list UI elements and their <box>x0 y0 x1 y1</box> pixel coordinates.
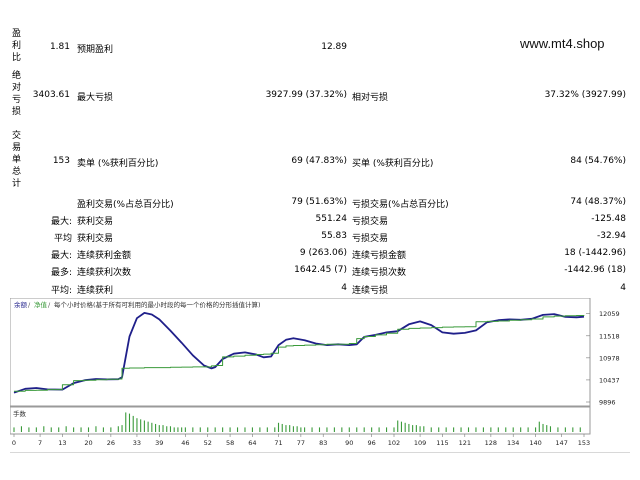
x-tick-label: 46 <box>181 439 189 447</box>
max-consecutive-losses-value: 18 (-1442.96) <box>564 248 626 258</box>
bottom-rule <box>10 452 630 453</box>
x-tick-label: 39 <box>155 439 163 447</box>
y-axis-ticks: 12059 11518 10978 10437 9896 <box>586 310 620 407</box>
main-plot-frame <box>9 297 591 407</box>
x-axis-ticks: 0 7 13 20 26 33 39 46 52 58 64 71 77 83 90 96 102 109 115 1… <box>12 434 590 447</box>
max-consecutive-wins-value: 9 (263.06) <box>299 248 347 258</box>
expected-profit-value: 12.89 <box>321 42 347 52</box>
x-tick-label: 109 <box>414 439 426 447</box>
max-consecutive-profit-value: 1642.45 (7) <box>294 265 347 275</box>
avg-consecutive-losses-label: 连续亏损 <box>352 286 389 296</box>
x-tick-label: 90 <box>345 439 353 447</box>
largest-profit-trade-value: 551.24 <box>315 214 348 224</box>
x-tick-label: 7 <box>38 439 42 447</box>
legend-description: 每个小时价格(基于所有可利用的最小时段的每一个价格的分形插值计算) <box>54 300 261 309</box>
volume-label: 手数 <box>13 409 27 418</box>
largest-loss-trade-label: 亏损交易 <box>352 217 389 227</box>
x-tick-label: 96 <box>368 439 376 447</box>
profit-trades-value: 79 (51.63%) <box>291 197 347 207</box>
total-trades-value: 153 <box>52 156 70 166</box>
x-tick-label: 0 <box>12 439 16 447</box>
x-tick-label: 20 <box>84 439 92 447</box>
y-tick-label: 10437 <box>599 376 620 384</box>
relative-drawdown-value: 37.32% (3927.99) <box>544 90 626 100</box>
x-tick-label: 33 <box>133 439 141 447</box>
legend-balance: 余额 <box>14 300 28 309</box>
x-tick-label: 115 <box>436 439 448 447</box>
max-consecutive-loss-label: 连续亏损次数 <box>352 268 407 278</box>
max-consecutive-loss-value: -1442.96 (18) <box>564 265 626 275</box>
y-tick-label: 9896 <box>599 399 616 407</box>
avg-consecutive-wins-value: 4 <box>341 283 347 293</box>
loss-trades-label: 亏损交易(%占总百分比) <box>352 200 449 210</box>
max-consecutive-wins-label: 连续获利金额 <box>77 251 132 261</box>
x-tick-label: 140 <box>529 439 541 447</box>
largest-profit-trade-label: 获利交易 <box>77 217 114 227</box>
profit-trades-label: 盈利交易(%占总百分比) <box>77 200 174 210</box>
x-tick-label: 121 <box>459 439 471 447</box>
balance-chart: 余额 / 净值 / 每个小时价格(基于所有可利用的最小时段的每一个价格的分形插值… <box>9 297 630 448</box>
short-positions-label: 卖单 (%获利百分比) <box>77 159 159 169</box>
expected-profit-label: 预期盈利 <box>77 45 114 55</box>
x-tick-label: 64 <box>248 439 256 447</box>
x-tick-label: 134 <box>507 439 519 447</box>
short-positions-value: 69 (47.83%) <box>291 156 347 166</box>
x-tick-label: 58 <box>226 439 234 447</box>
largest-loss-trade-value: -125.48 <box>591 214 626 224</box>
x-tick-label: 153 <box>578 439 590 447</box>
average-profit-trade-value: 55.83 <box>321 231 347 241</box>
avg-consecutive-wins-label: 连续获利 <box>77 286 114 296</box>
profit-ratio-value: 1.81 <box>49 42 70 52</box>
x-tick-label: 71 <box>274 439 282 447</box>
y-tick-label: 11518 <box>599 332 620 340</box>
x-tick-label: 147 <box>555 439 567 447</box>
x-tick-label: 52 <box>204 439 212 447</box>
average-profit-trade-label: 获利交易 <box>77 234 114 244</box>
y-tick-label: 10978 <box>599 354 620 362</box>
long-positions-label: 买单 (%获利百分比) <box>352 159 434 169</box>
avg-prefix: 平均: <box>50 286 72 296</box>
x-tick-label: 83 <box>319 439 327 447</box>
x-tick-label: 102 <box>388 439 400 447</box>
relative-drawdown-label: 相对亏损 <box>352 93 389 103</box>
max-consecutive-profit-label: 连续获利次数 <box>77 268 132 278</box>
max-drawdown-label: 最大亏损 <box>77 93 114 103</box>
legend-equity: 净值 <box>34 300 48 309</box>
most-prefix: 最多: <box>50 268 72 278</box>
max-drawdown-value: 3927.99 (37.32%) <box>265 90 347 100</box>
largest-prefix: 最大: <box>50 217 72 227</box>
balance-chart-svg: 余额 / 净值 / 每个小时价格(基于所有可利用的最小时段的每一个价格的分形插值… <box>9 297 620 447</box>
absolute-loss-value: 3403.61 <box>32 90 70 100</box>
x-tick-label: 128 <box>485 439 497 447</box>
avg-consecutive-losses-value: 4 <box>620 283 626 293</box>
average-loss-trade-value: -32.94 <box>596 231 626 241</box>
volume-plot-frame <box>9 406 591 435</box>
x-tick-label: 26 <box>107 439 115 447</box>
loss-trades-value: 74 (48.37%) <box>570 197 626 207</box>
watermark-text: www.mt4.shop <box>520 36 605 51</box>
maximum-prefix: 最大: <box>50 251 72 261</box>
x-tick-label: 13 <box>58 439 66 447</box>
x-tick-label: 77 <box>297 439 305 447</box>
average-loss-trade-label: 亏损交易 <box>352 234 389 244</box>
max-consecutive-losses-label: 连续亏损金额 <box>352 251 407 261</box>
y-tick-label: 12059 <box>599 310 620 318</box>
average-prefix: 平均 <box>53 234 72 244</box>
long-positions-value: 84 (54.76%) <box>570 156 626 166</box>
